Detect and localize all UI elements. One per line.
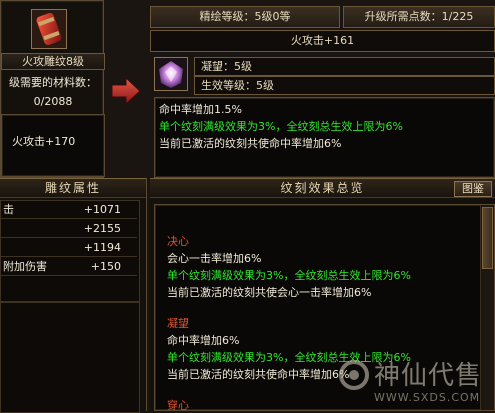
watermark: 神仙代售 WWW.SXDS.COM bbox=[338, 353, 493, 409]
attr-panel-title: 雕纹属性 bbox=[0, 178, 146, 198]
scrollbar-thumb[interactable] bbox=[482, 207, 493, 269]
effect-level-box: 生效等级：5级 bbox=[194, 76, 495, 95]
item-attr-text: 火攻击+170 bbox=[12, 135, 76, 148]
attr-row: +2155 bbox=[1, 220, 137, 238]
item-attr-box: 火攻击+170 bbox=[1, 114, 105, 177]
attr-row-value: +150 bbox=[90, 260, 121, 273]
attr-panel: 雕纹属性 击 +1071 +2155 +1194 附加伤害 +150 bbox=[0, 178, 147, 413]
section-line-1: 命中率增加6% bbox=[167, 334, 240, 347]
overview-panel: 纹刻效果总览 图鉴 决心 会心一击率增加6% 单个纹刻满级效果为3%，全纹刻总生… bbox=[150, 178, 495, 411]
attr-row: +1194 bbox=[1, 239, 137, 257]
desc-line-1: 命中率增加1.5% bbox=[159, 103, 242, 116]
scroll-item-icon bbox=[32, 10, 66, 48]
attr-row-label: 击 bbox=[3, 203, 14, 216]
materials-label: 级需要的材料数： bbox=[9, 76, 97, 89]
section-line-2: 单个纹刻满级效果为3%，全纹刻总生效上限为6% bbox=[167, 269, 411, 282]
section-line-3: 当前已激活的纹刻共使命中率增加6% bbox=[167, 368, 350, 381]
watermark-logo-icon bbox=[339, 360, 369, 390]
effect-description: 命中率增加1.5% 单个纹刻满级效果为3%，全纹刻总生效上限为6% 当前已激活的… bbox=[154, 97, 495, 178]
ning-wang-box: 凝望：5级 bbox=[194, 57, 495, 76]
attr-row: 附加伤害 +150 bbox=[1, 258, 137, 276]
crystal-gem-icon bbox=[155, 58, 187, 90]
fire-attack-box: 火攻击+161 bbox=[150, 30, 495, 52]
section-title: 凝望 bbox=[167, 317, 189, 330]
attr-empty-area bbox=[0, 302, 140, 413]
level-box: 精绘等级：5级0等 bbox=[150, 6, 340, 28]
item-name: 火攻雕纹8级 bbox=[1, 53, 105, 70]
watermark-brand: 神仙代售 bbox=[374, 361, 483, 391]
item-card: 火攻雕纹8级 级需要的材料数： 0/2088 火攻击+170 bbox=[0, 0, 105, 178]
codex-button[interactable]: 图鉴 bbox=[454, 181, 492, 197]
arrow-right-icon bbox=[111, 76, 141, 106]
desc-line-3: 当前已激活的纹刻共使命中率增加6% bbox=[159, 137, 342, 150]
attr-row-value: +2155 bbox=[83, 222, 121, 235]
materials-value: 0/2088 bbox=[33, 95, 73, 108]
attr-list: 击 +1071 +2155 +1194 附加伤害 +150 bbox=[0, 200, 140, 302]
section-line-3: 当前已激活的纹刻共使会心一击率增加6% bbox=[167, 286, 372, 299]
item-slot[interactable] bbox=[31, 9, 67, 49]
overview-panel-title: 纹刻效果总览 bbox=[150, 178, 495, 198]
fire-attack-value: 火攻击+161 bbox=[290, 34, 355, 47]
section-title: 穿心 bbox=[167, 399, 189, 411]
attr-row: 击 +1071 bbox=[1, 201, 137, 219]
watermark-url: WWW.SXDS.COM bbox=[374, 391, 481, 404]
gem-slot[interactable] bbox=[154, 57, 188, 91]
ning-wang-label: 凝望：5级 bbox=[201, 60, 252, 73]
attr-row-value: +1194 bbox=[83, 241, 121, 254]
upgrade-points-label: 升级所需点数：1/225 bbox=[364, 10, 474, 23]
desc-line-2: 单个纹刻满级效果为3%，全纹刻总生效上限为6% bbox=[159, 120, 403, 133]
upgrade-points-box: 升级所需点数：1/225 bbox=[343, 6, 495, 28]
attr-row-label: 附加伤害 bbox=[3, 260, 47, 273]
upgrade-panel: 精绘等级：5级0等 升级所需点数：1/225 火攻击+161 凝望：5级 生效等… bbox=[150, 6, 495, 178]
effect-level-label: 生效等级：5级 bbox=[201, 79, 274, 92]
section-title: 决心 bbox=[167, 235, 189, 248]
attr-row-value: +1071 bbox=[83, 203, 121, 216]
level-label: 精绘等级：5级0等 bbox=[199, 10, 291, 23]
section-line-1: 会心一击率增加6% bbox=[167, 252, 262, 265]
